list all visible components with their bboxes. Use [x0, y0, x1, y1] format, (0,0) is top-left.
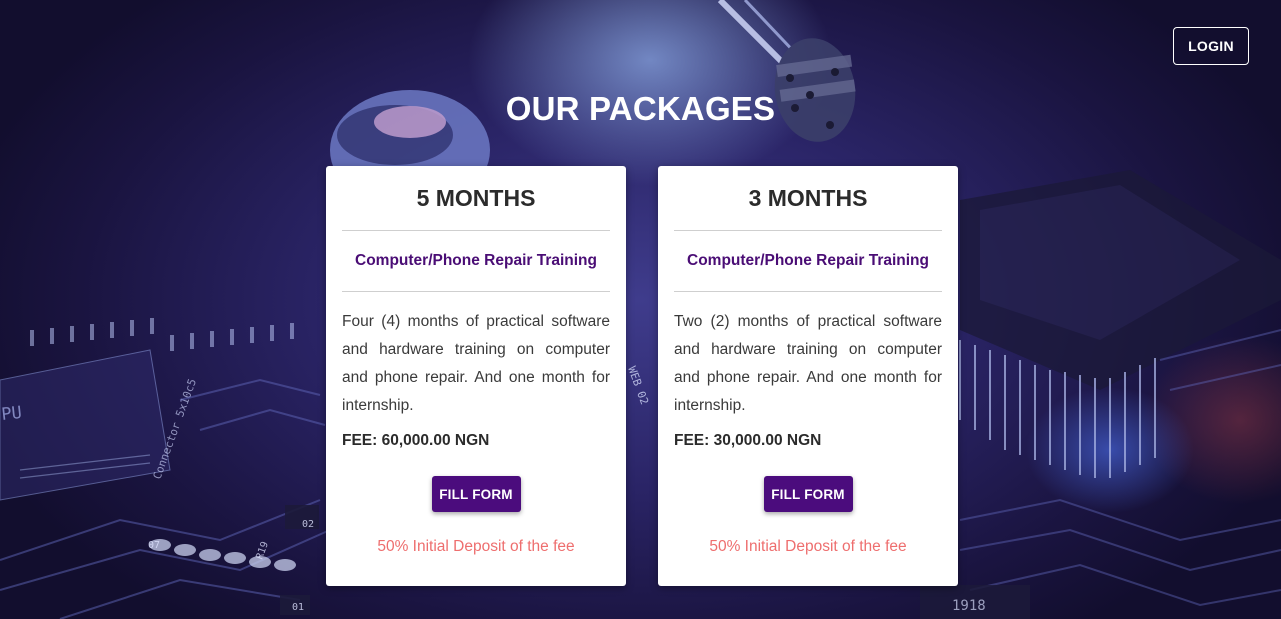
package-duration: 3 MONTHS	[748, 185, 868, 211]
package-duration: 5 MONTHS	[416, 185, 536, 211]
deposit-note: 50% Initial Deposit of the fee	[709, 538, 907, 555]
deposit-note: 50% Initial Deposit of the fee	[377, 538, 575, 555]
bg-label-02: 02	[302, 519, 314, 530]
package-course-title: Computer/Phone Repair Training	[687, 252, 929, 269]
package-description: Two (2) months of practical software and…	[674, 313, 942, 414]
package-fee: FEE: 30,000.00 NGN	[674, 432, 822, 449]
bg-label-1918: 1918	[952, 598, 986, 614]
package-description: Four (4) months of practical software an…	[342, 313, 610, 414]
login-button[interactable]: LOGIN	[1173, 27, 1249, 65]
bg-label-pu: PU	[0, 403, 22, 425]
bg-label-web: WEB 02	[625, 365, 651, 407]
bg-label-01: 01	[292, 602, 304, 613]
package-card-3-months: 3 MONTHS Computer/Phone Repair Training …	[658, 166, 958, 586]
fill-form-button[interactable]: FILL FORM	[431, 476, 521, 512]
bg-label-07: 07	[148, 540, 160, 551]
package-card-5-months: 5 MONTHS Computer/Phone Repair Training …	[326, 166, 626, 586]
page-title: OUR PACKAGES	[505, 90, 776, 127]
fill-form-button[interactable]: FILL FORM	[763, 476, 853, 512]
package-fee: FEE: 60,000.00 NGN	[342, 432, 490, 449]
package-course-title: Computer/Phone Repair Training	[355, 252, 597, 269]
